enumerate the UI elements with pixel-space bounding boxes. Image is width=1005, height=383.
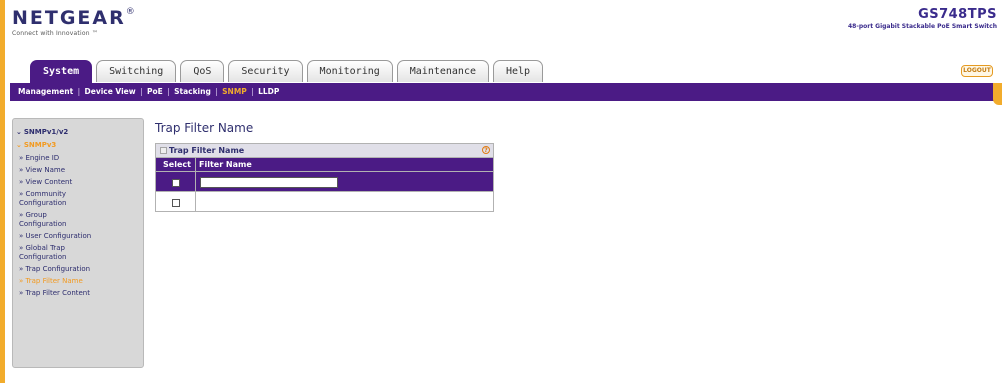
select-cell <box>155 191 196 212</box>
sidebar-item-view-name[interactable]: » View Name <box>13 166 143 175</box>
tab-monitoring[interactable]: Monitoring <box>306 60 393 82</box>
sidebar-item-trap-filter-content[interactable]: » Trap Filter Content <box>13 289 143 298</box>
sub-navigation: Management | Device View | PoE | Stackin… <box>10 83 1002 101</box>
subnav-device-view[interactable]: Device View <box>85 87 136 96</box>
sidebar-item-trap-filter-name[interactable]: » Trap Filter Name <box>13 277 143 286</box>
netgear-logo: NETGEAR® Connect with Innovation ™ <box>12 7 135 37</box>
filter-name-cell <box>195 171 494 192</box>
sidebar: ⌄ SNMPv1/v2 ⌄ SNMPv3 » Engine ID » View Na… <box>12 118 144 368</box>
sidebar-item-user-configuration[interactable]: » User Configuration <box>13 232 143 241</box>
sidebar-item-engine-id[interactable]: » Engine ID <box>13 154 143 163</box>
sidebar-heading-snmpv1v2[interactable]: ⌄ SNMPv1/v2 <box>13 128 143 137</box>
tab-switching[interactable]: Switching <box>96 60 177 82</box>
sidebar-item-label: Configuration <box>19 220 67 228</box>
table-caption: Trap Filter Name ? <box>155 143 494 158</box>
sidebar-item-trap-configuration[interactable]: » Trap Configuration <box>13 265 143 274</box>
sidebar-item-label: » Group <box>19 211 47 219</box>
filter-name-input[interactable] <box>200 177 338 188</box>
page-title: Trap Filter Name <box>155 121 254 135</box>
logout-button[interactable]: LOGOUT <box>961 65 993 77</box>
tab-qos[interactable]: QoS <box>180 60 225 82</box>
subnav-separator: | <box>75 87 83 96</box>
subnav-stacking[interactable]: Stacking <box>174 87 211 96</box>
table-row-input <box>155 171 494 192</box>
filter-name-cell <box>195 191 494 212</box>
brand-trademark: ® <box>125 7 135 17</box>
chevron-down-icon: ⌄ <box>16 141 22 149</box>
table-caption-label: Trap Filter Name <box>169 146 245 155</box>
sidebar-heading-label: SNMPv3 <box>23 141 57 149</box>
sidebar-item-label: Configuration <box>19 199 67 207</box>
collapse-icon[interactable] <box>160 147 167 154</box>
tab-security[interactable]: Security <box>228 60 303 82</box>
subnav-poe[interactable]: PoE <box>147 87 163 96</box>
model-info: GS748TPS 48-port Gigabit Stackable PoE S… <box>848 7 997 30</box>
tab-maintenance[interactable]: Maintenance <box>396 60 489 82</box>
brand-name: NETGEAR <box>12 7 126 29</box>
subnav-management[interactable]: Management <box>18 87 73 96</box>
tab-help[interactable]: Help <box>493 60 544 82</box>
model-description: 48-port Gigabit Stackable PoE Smart Swit… <box>847 23 997 30</box>
sidebar-item-community-configuration[interactable]: » Community Configuration <box>13 190 143 208</box>
table-row <box>155 191 494 212</box>
sidebar-item-label: Configuration <box>19 253 67 261</box>
tab-system[interactable]: System <box>30 60 93 83</box>
subnav-lldp[interactable]: LLDP <box>258 87 279 96</box>
sidebar-item-label: » Global Trap <box>19 244 65 252</box>
chevron-down-icon: ⌄ <box>16 128 22 136</box>
subnav-separator: | <box>164 87 173 96</box>
sidebar-item-global-trap-configuration[interactable]: » Global Trap Configuration <box>13 244 143 262</box>
right-accent-corner <box>993 83 1002 105</box>
subnav-snmp[interactable]: SNMP <box>222 87 247 96</box>
page-frame: NETGEAR® Connect with Innovation ™ GS748… <box>5 0 1005 383</box>
trap-filter-table: Trap Filter Name ? Select Filter Name <box>155 143 494 212</box>
subnav-separator: | <box>212 87 221 96</box>
select-cell <box>155 171 196 192</box>
brand-tagline: Connect with Innovation ™ <box>12 30 99 37</box>
help-icon[interactable]: ? <box>482 146 490 154</box>
column-header-filter-name: Filter Name <box>195 157 494 172</box>
sidebar-item-label: » Community <box>19 190 67 198</box>
model-name: GS748TPS <box>918 7 997 22</box>
sidebar-heading-snmpv3[interactable]: ⌄ SNMPv3 <box>13 141 143 150</box>
subnav-separator: | <box>137 87 145 96</box>
select-checkbox[interactable] <box>171 178 180 187</box>
sidebar-heading-label: SNMPv1/v2 <box>23 128 69 136</box>
sidebar-item-group-configuration[interactable]: » Group Configuration <box>13 211 143 229</box>
sidebar-item-view-content[interactable]: » View Content <box>13 178 143 187</box>
subnav-separator: | <box>248 87 257 96</box>
main-tabs: System Switching QoS Security Monitoring… <box>30 60 547 83</box>
select-checkbox[interactable] <box>171 198 180 207</box>
column-header-select: Select <box>155 157 196 172</box>
